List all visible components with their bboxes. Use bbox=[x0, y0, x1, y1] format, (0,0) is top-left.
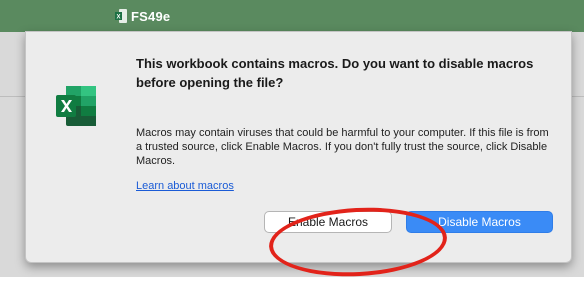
macro-warning-dialog: This workbook contains macros. Do you wa… bbox=[25, 31, 572, 281]
enable-macros-button[interactable]: Enable Macros bbox=[264, 211, 392, 233]
excel-app-icon bbox=[56, 86, 96, 126]
excel-file-icon: X bbox=[115, 9, 127, 23]
dialog-body-text: Macros may contain viruses that could be… bbox=[136, 127, 549, 167]
svg-text:X: X bbox=[116, 15, 120, 21]
dialog-heading: This workbook contains macros. Do you wa… bbox=[136, 56, 534, 90]
window-title: FS49e bbox=[131, 8, 171, 24]
disable-macros-button[interactable]: Disable Macros bbox=[406, 211, 553, 233]
window-titlebar: X FS49e bbox=[0, 0, 584, 32]
learn-about-macros-link[interactable]: Learn about macros bbox=[136, 180, 234, 192]
window-title-group: X FS49e bbox=[115, 8, 170, 24]
